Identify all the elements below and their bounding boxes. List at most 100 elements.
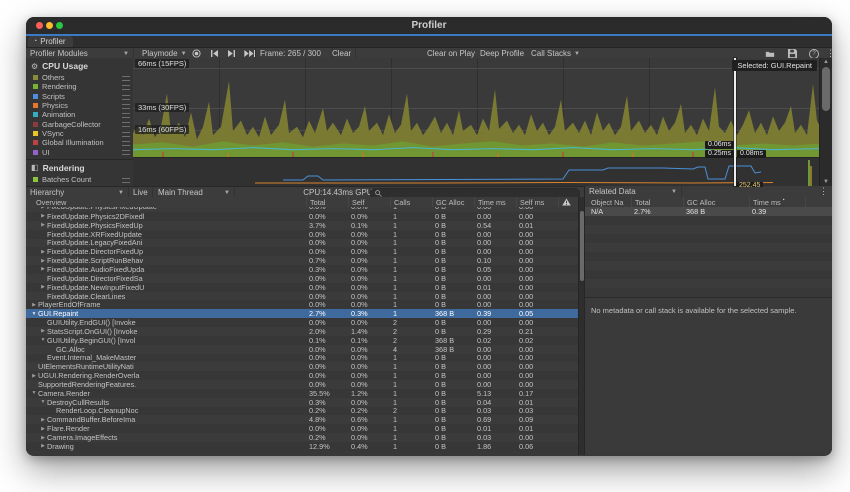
profiler-gauge-icon: ◔ (33, 38, 37, 45)
chevron-collapsed-icon[interactable]: ▶ (39, 328, 47, 334)
table-row[interactable]: ▶FixedUpdate.NewInputFixedU0.0%0.0%10 B0… (26, 283, 578, 292)
cell-value: 0.3% (306, 398, 348, 407)
cell-value: 0.00 (474, 362, 516, 371)
legend-swatch (33, 131, 38, 136)
table-row[interactable]: Event.Internal_MakeMaster0.0%0.0%10 B0.0… (26, 354, 578, 363)
table-row[interactable]: GC.Alloc0.0%0.0%4368 B0.000.00 (26, 345, 578, 354)
current-frame-line[interactable] (734, 58, 736, 186)
rendering-module-header[interactable]: ◧ Rendering (26, 160, 133, 175)
table-row[interactable]: ▼Camera.Render35.5%1.2%10 B5.130.17 (26, 389, 578, 398)
table-row[interactable]: ▶UGUI.Rendering.RenderOverla0.0%0.0%10 B… (26, 371, 578, 380)
cell-value: 0.0% (348, 424, 390, 433)
related-empty-row (585, 243, 832, 252)
chevron-expanded-icon[interactable]: ▼ (30, 311, 38, 317)
related-menu-button[interactable]: ⋮ (815, 186, 832, 197)
legend-item[interactable]: VSync (26, 129, 133, 138)
cell-value: 0 B (432, 256, 474, 265)
scroll-down-icon[interactable]: ▼ (820, 178, 832, 186)
scroll-up-icon[interactable]: ▲ (820, 58, 832, 66)
cell-value: 0 B (432, 424, 474, 433)
table-row[interactable]: ▶FixedUpdate.PhysicsFixedUp3.7%0.1%10 B0… (26, 221, 578, 230)
rendering-chart[interactable]: 252.45 (133, 157, 820, 187)
column-header-selfms[interactable]: Self ms (516, 197, 558, 207)
legend-item[interactable]: Scripts (26, 92, 133, 101)
cell-value: 3.7% (306, 221, 348, 230)
chevron-collapsed-icon[interactable]: ▶ (39, 213, 47, 219)
legend-item[interactable]: UI (26, 147, 133, 156)
related-empty-row (585, 216, 832, 225)
column-header-self[interactable]: Self (348, 197, 390, 207)
chevron-collapsed-icon[interactable]: ▶ (39, 443, 47, 449)
column-header-timems[interactable]: Time ms (474, 197, 516, 207)
table-row[interactable]: ▶FixedUpdate.Physics2DFixedl0.0%0.0%10 B… (26, 212, 578, 221)
table-row[interactable]: ▼GUI.Repaint2.7%0.3%1368 B0.390.05 (26, 309, 578, 318)
chevron-collapsed-icon[interactable]: ▶ (39, 258, 47, 264)
column-header-total[interactable]: Total (306, 197, 348, 207)
table-row[interactable]: FixedUpdate.DirectorFixedSa0.0%0.0%10 B0… (26, 274, 578, 283)
tooltip-value-2: 0.25ms (705, 150, 734, 158)
table-row[interactable]: ▶FixedUpdate.ScriptRunBehav0.7%0.0%10 B0… (26, 256, 578, 265)
search-icon (375, 190, 382, 197)
legend-item[interactable]: Physics (26, 101, 133, 110)
legend-item[interactable]: Global Illumination (26, 138, 133, 147)
related-column-timems[interactable]: Time ms ▪ (749, 197, 805, 207)
chevron-collapsed-icon[interactable]: ▶ (39, 417, 47, 423)
chevron-collapsed-icon[interactable]: ▶ (39, 266, 47, 272)
table-row[interactable]: RenderLoop.CleanupNoc0.2%0.2%20 B0.030.0… (26, 407, 578, 416)
table-row[interactable]: GUIUtility.EndGUI() [Invoke0.0%0.0%20 B0… (26, 318, 578, 327)
table-row[interactable]: FixedUpdate.XRFixedUpdate0.0%0.0%10 B0.0… (26, 230, 578, 239)
cell-value: 1 (390, 207, 432, 211)
table-row[interactable]: ▶StatsScript.OnGUI() [Invoke2.0%1.4%20 B… (26, 327, 578, 336)
chevron-expanded-icon[interactable]: ▼ (39, 399, 47, 405)
table-row[interactable]: ▶FixedUpdate.AudioFixedUpda0.3%0.0%10 B0… (26, 265, 578, 274)
related-column-gcalloc[interactable]: GC Alloc (683, 197, 749, 207)
related-data-dropdown[interactable]: Related Data ▼ (585, 186, 682, 197)
table-row[interactable]: ▼DestroyCullResults0.3%0.0%10 B0.040.01 (26, 398, 578, 407)
table-row[interactable]: ▼GUIUtility.BeginGUI() [Invol0.1%0.1%236… (26, 336, 578, 345)
table-row[interactable]: SupportedRenderingFeatures.0.0%0.0%10 B0… (26, 380, 578, 389)
chevron-collapsed-icon[interactable]: ▶ (30, 302, 38, 308)
sample-name: FixedUpdate.XRFixedUpdate (47, 230, 142, 239)
legend-item[interactable]: Rendering (26, 82, 133, 91)
related-column-object-name[interactable]: Object Na (585, 197, 631, 207)
table-row[interactable]: ▶Drawing12.9%0.4%10 B1.860.06 (26, 442, 578, 451)
related-empty-row (585, 270, 832, 279)
sample-name: Camera.ImageEffects (47, 433, 117, 442)
chevron-collapsed-icon[interactable]: ▶ (39, 284, 47, 290)
legend-item[interactable]: Batches Count (26, 175, 133, 184)
chart-scrollbar[interactable]: ▲ ▼ (819, 58, 832, 186)
column-header-calls[interactable]: Calls (390, 197, 432, 207)
table-row[interactable]: ▶PlayerEndOfFrame0.0%0.0%10 B0.000.00 (26, 300, 578, 309)
table-row[interactable]: ▶FixedUpdate.DirectorFixedUp0.0%0.0%10 B… (26, 247, 578, 256)
chevron-collapsed-icon[interactable]: ▶ (39, 222, 47, 228)
table-row[interactable]: ▶Camera.ImageEffects0.2%0.0%10 B0.030.00 (26, 433, 578, 442)
chevron-collapsed-icon[interactable]: ▶ (39, 435, 47, 441)
tab-profiler[interactable]: ◔ Profiler (28, 36, 73, 47)
column-header-gcalloc[interactable]: GC Alloc (432, 197, 474, 207)
cell-value: 0.09 (516, 415, 558, 424)
table-row[interactable]: FixedUpdate.LegacyFixedAni0.0%0.0%10 B0.… (26, 239, 578, 248)
table-row[interactable]: ▶CommandBuffer.BeforeIma4.8%0.6%10 B0.69… (26, 415, 578, 424)
table-row[interactable]: FixedUpdate.ClearLines0.0%0.0%10 B0.000.… (26, 292, 578, 301)
legend-item[interactable]: Others (26, 73, 133, 82)
related-column-total[interactable]: Total (631, 197, 683, 207)
chevron-expanded-icon[interactable]: ▼ (30, 390, 38, 396)
column-header-overview[interactable]: Overview (26, 197, 306, 207)
chart-scrollbar-thumb[interactable] (822, 67, 830, 111)
legend-item[interactable]: Animation (26, 110, 133, 119)
chevron-collapsed-icon[interactable]: ▶ (39, 249, 47, 255)
chart-zone[interactable]: 66ms (15FPS) 33ms (30FPS) 16ms (60FPS) S… (133, 58, 820, 186)
cell-value: 0 B (432, 292, 474, 301)
cell-value: 0.0% (348, 238, 390, 247)
chevron-collapsed-icon[interactable]: ▶ (30, 373, 38, 379)
legend-item[interactable]: GarbageCollector (26, 119, 133, 128)
column-header-warning[interactable] (558, 197, 578, 207)
chevron-collapsed-icon[interactable]: ▶ (39, 207, 47, 210)
chevron-expanded-icon[interactable]: ▼ (39, 337, 47, 343)
table-row[interactable]: UIElementsRuntimeUtilityNati0.0%0.0%10 B… (26, 362, 578, 371)
tooltip-value-1: 0.06ms (705, 141, 734, 149)
cpu-usage-module-header[interactable]: ⚙ CPU Usage (26, 58, 133, 73)
table-row[interactable]: ▶Flare.Render0.0%0.0%10 B0.010.01 (26, 424, 578, 433)
related-data-row[interactable]: N/A2.7%368 B0.39 (585, 207, 832, 216)
chevron-collapsed-icon[interactable]: ▶ (39, 426, 47, 432)
